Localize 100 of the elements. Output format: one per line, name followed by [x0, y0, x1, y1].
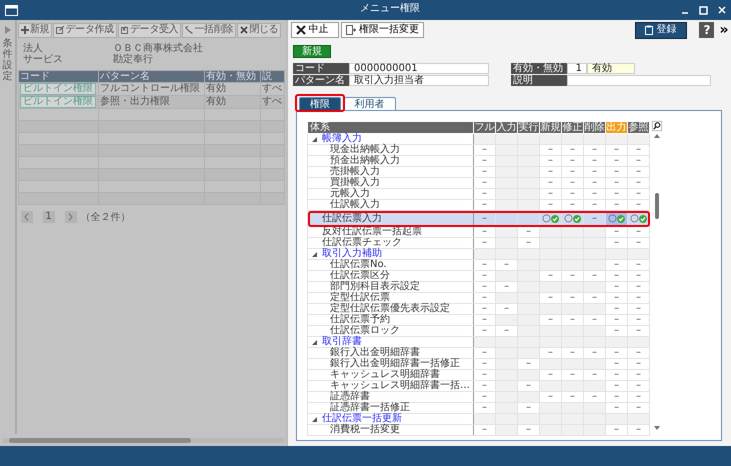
scrollbar-thumb[interactable] — [655, 193, 659, 219]
tree-row[interactable]: 銀行入出金明細辞書 — [308, 348, 474, 358]
input-field[interactable] — [567, 75, 711, 86]
toolbar-button[interactable]: 閉じる — [237, 22, 282, 38]
scroll-up-icon[interactable] — [654, 134, 660, 138]
info-value: ＯＢＣ商事株式会社 — [113, 42, 203, 54]
cancel-button[interactable]: 中止 — [290, 22, 338, 38]
maximize-icon[interactable] — [699, 6, 708, 14]
tree-row[interactable]: 取引辞書 — [308, 336, 474, 348]
tree-row[interactable]: 部門別科目表示設定 — [308, 282, 474, 292]
expand-icon[interactable] — [312, 416, 317, 422]
tree-row[interactable]: 仕訳伝票予約 — [308, 314, 474, 326]
table-cell: – — [584, 178, 606, 188]
table-cell: – — [584, 144, 606, 156]
tree-row[interactable]: 証憑辞書 — [308, 392, 474, 402]
chevron-right-icon — [68, 213, 73, 221]
expand-icon[interactable] — [312, 136, 317, 142]
tree-row[interactable]: 取引入力補助 — [308, 248, 474, 260]
column-header[interactable]: パターン名 — [98, 70, 204, 82]
tree-row[interactable]: 仕訳帳入力 — [308, 200, 474, 210]
column-header[interactable]: フル — [474, 122, 496, 134]
tree-row[interactable]: 仕訳伝票チェック — [308, 238, 474, 248]
previous-page-button[interactable] — [20, 211, 32, 223]
circle-mark[interactable]: ○ — [564, 214, 573, 224]
input-field[interactable]: 取引入力担当者 — [349, 75, 489, 86]
tree-row[interactable]: キャッシュレス明細辞書一括… — [308, 380, 474, 392]
close-icon[interactable] — [718, 6, 726, 14]
table-cell: – — [606, 178, 628, 188]
chevron-left-icon — [24, 213, 29, 221]
table-cell: – — [540, 144, 562, 156]
tree-row[interactable]: 証憑辞書一括修正 — [308, 402, 474, 414]
scrollbar-thumb[interactable] — [8, 438, 192, 442]
column-header[interactable]: 削除 — [584, 122, 606, 134]
side-tab[interactable]: 条件設定 — [2, 38, 12, 82]
table-cell: – — [628, 144, 650, 156]
window-title: メニュー権限 — [360, 3, 420, 15]
tree-row[interactable]: 元帳入力 — [308, 188, 474, 200]
tree-row[interactable]: 仕訳伝票区分 — [308, 270, 474, 282]
tree-row[interactable]: 買掛帳入力 — [308, 178, 474, 188]
expand-icon[interactable] — [312, 252, 317, 256]
info-label: 法人 — [23, 42, 44, 54]
tree-row[interactable]: 預金出納帳入力 — [308, 156, 474, 166]
horizontal-scrollbar[interactable] — [2, 438, 284, 442]
table-cell: – — [606, 270, 628, 282]
next-page-button[interactable] — [64, 211, 76, 223]
tree-row[interactable]: キャッシュレス明細辞書 — [308, 370, 474, 380]
column-header[interactable]: 入力 — [496, 122, 518, 134]
column-header[interactable]: 説 — [260, 70, 284, 82]
search-icon[interactable] — [652, 121, 662, 131]
input-field[interactable]: 0000000001 — [349, 63, 489, 74]
tree-row[interactable]: 現金出納帳入力 — [308, 144, 474, 156]
column-header[interactable]: 体系 — [308, 122, 474, 134]
circle-mark[interactable]: ○ — [630, 214, 639, 224]
column-header[interactable]: 有効・無効 — [204, 70, 260, 82]
tree-row[interactable]: 仕訳伝票No. — [308, 260, 474, 270]
expand-icon[interactable] — [312, 340, 317, 344]
code-field[interactable]: 1 — [567, 63, 587, 74]
column-header[interactable]: 新規 — [540, 122, 562, 134]
tree-row[interactable]: 仕訳伝票ロック — [308, 326, 474, 336]
check-icon — [638, 214, 647, 222]
help-button[interactable]: ? — [699, 22, 714, 38]
bulk-change-button[interactable]: 権限一括変更 — [341, 22, 424, 38]
column-header[interactable]: 実行 — [518, 122, 540, 134]
column-header[interactable]: コード — [18, 70, 98, 82]
tree-row[interactable]: 銀行入出金明細辞書一括修正 — [308, 358, 474, 370]
register-button[interactable]: 登録 — [634, 22, 687, 38]
page-number-button[interactable]: 1 — [42, 211, 54, 223]
tree-row[interactable]: 売掛帳入力 — [308, 166, 474, 178]
table-cell: – — [562, 156, 584, 166]
table-cell: – — [628, 424, 650, 436]
more-button[interactable]: » — [719, 22, 728, 38]
toolbar-button[interactable]: データ受入 — [118, 22, 182, 38]
circle-mark[interactable]: ○ — [608, 214, 617, 224]
tree-row[interactable]: 定型仕訳伝票優先表示設定 — [308, 304, 474, 314]
table-cell: – — [606, 292, 628, 304]
toolbar-button[interactable]: 一括削除 — [182, 22, 236, 38]
field-label: 説明 — [511, 75, 567, 86]
tree-row[interactable]: 定型仕訳伝票 — [308, 292, 474, 304]
table-cell: – — [540, 178, 562, 188]
tree-row[interactable]: 帳簿入力 — [308, 134, 474, 144]
check-icon — [572, 214, 581, 222]
toolbar-button[interactable]: データ作成 — [53, 22, 117, 38]
scroll-down-icon[interactable] — [654, 426, 660, 430]
table-cell: – — [628, 200, 650, 210]
status-field[interactable]: 有効 — [587, 63, 635, 74]
info-label: サービス — [23, 54, 64, 64]
table-cell: – — [606, 380, 628, 392]
tree-row[interactable]: 仕訳伝票一括更新 — [308, 414, 474, 424]
tree-row[interactable]: 消費税一括変更 — [308, 424, 474, 436]
table-cell: – — [606, 370, 628, 380]
column-header[interactable]: 参照 — [628, 122, 650, 134]
table-cell: – — [562, 188, 584, 200]
table-cell: – — [628, 166, 650, 178]
column-header[interactable]: 修正 — [562, 122, 584, 134]
table-cell: – — [562, 200, 584, 210]
circle-mark[interactable]: ○ — [542, 214, 551, 224]
table-cell: フルコントロール権限 — [98, 82, 204, 95]
toolbar-button[interactable]: 新規 — [18, 22, 52, 38]
tab[interactable]: 権限 — [299, 97, 341, 110]
tab[interactable]: 利用者 — [344, 97, 396, 110]
